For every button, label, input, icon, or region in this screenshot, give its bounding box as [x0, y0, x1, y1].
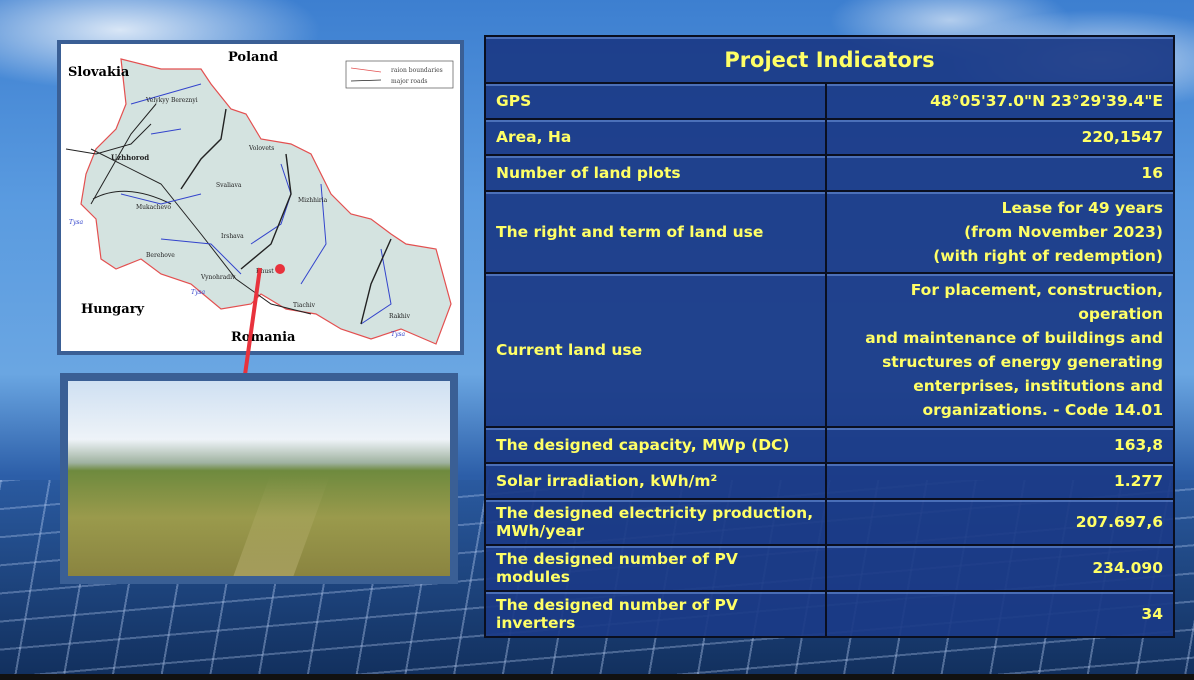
indicator-value-line: Lease for 49 years	[1001, 199, 1163, 217]
table-row: The designed number of PV modules 234.090	[484, 544, 1175, 592]
city-label: Mizhhiria	[298, 197, 328, 204]
city-label: Rakhiv	[389, 313, 411, 320]
region-map: raion boundaries major roads Slovakia Po…	[57, 40, 464, 355]
country-label: Poland	[228, 50, 278, 65]
table-row: Area, Ha 220,1547	[484, 118, 1175, 156]
country-label: Hungary	[81, 302, 145, 317]
indicator-value: Lease for 49 years (from November 2023) (w…	[825, 190, 1175, 274]
city-label: Irshava	[221, 233, 244, 240]
indicator-label: The designed electricity production, MWh…	[484, 498, 827, 546]
indicator-label: Number of land plots	[484, 154, 827, 192]
indicator-value-line: enterprises, institutions and	[913, 377, 1163, 395]
table-title: Project Indicators	[484, 35, 1175, 84]
table-row: GPS 48°05'37.0"N 23°29'39.4"E	[484, 82, 1175, 120]
city-label: Uzhhorod	[111, 153, 149, 162]
indicator-value: 34	[825, 590, 1175, 638]
river-label: Tysa	[69, 219, 83, 226]
site-location-pin	[275, 264, 285, 274]
table-row: The right and term of land use Lease for …	[484, 190, 1175, 274]
city-label: Tiachiv	[293, 302, 316, 309]
indicator-value: For placement, construction, operation an…	[825, 272, 1175, 428]
table-row: The designed electricity production, MWh…	[484, 498, 1175, 546]
indicator-label: Solar irradiation, kWh/m²	[484, 462, 827, 500]
indicator-value-line: and maintenance of buildings and	[865, 329, 1163, 347]
table-row: Number of land plots 16	[484, 154, 1175, 192]
indicator-label: The designed capacity, MWp (DC)	[484, 426, 827, 464]
city-label: Mukachevo	[136, 204, 171, 211]
site-photo	[60, 373, 458, 584]
indicator-value: 207.697,6	[825, 498, 1175, 546]
indicator-value: 16	[825, 154, 1175, 192]
city-label: Velykyy Bereznyi	[145, 97, 198, 104]
city-label: Vynohradiv	[200, 274, 236, 281]
indicator-value: 1.277	[825, 462, 1175, 500]
indicator-label: Area, Ha	[484, 118, 827, 156]
indicator-label: The designed number of PV modules	[484, 544, 827, 592]
indicator-value: 48°05'37.0"N 23°29'39.4"E	[825, 82, 1175, 120]
indicator-value-line: For placement, construction, operation	[910, 281, 1163, 323]
country-label: Slovakia	[68, 65, 130, 80]
river-label: Tysa	[191, 289, 205, 296]
indicator-value: 163,8	[825, 426, 1175, 464]
indicator-value: 234.090	[825, 544, 1175, 592]
indicator-label: GPS	[484, 82, 827, 120]
indicator-value-line: structures of energy generating	[882, 353, 1163, 371]
country-label: Romania	[231, 330, 296, 345]
table-row: Current land use For placement, construct…	[484, 272, 1175, 428]
bottom-bar	[0, 674, 1194, 680]
table-row: The designed number of PV inverters 34	[484, 590, 1175, 638]
city-label: Berehove	[146, 252, 175, 259]
legend-roads: major roads	[391, 78, 428, 85]
project-indicators-table: Project Indicators GPS 48°05'37.0"N 23°29…	[484, 35, 1175, 638]
city-label: Volovets	[248, 145, 274, 152]
table-row: Solar irradiation, kWh/m² 1.277	[484, 462, 1175, 500]
indicator-value-line: (from November 2023)	[964, 223, 1163, 241]
legend-raion: raion boundaries	[391, 67, 443, 74]
river-label: Tysa	[391, 331, 405, 338]
indicator-label: The right and term of land use	[484, 190, 827, 274]
indicator-value-line: (with right of redemption)	[933, 247, 1163, 265]
indicator-value: 220,1547	[825, 118, 1175, 156]
indicator-label: The designed number of PV inverters	[484, 590, 827, 638]
city-label: Svaliava	[216, 182, 242, 189]
indicator-label: Current land use	[484, 272, 827, 428]
table-row: The designed capacity, MWp (DC) 163,8	[484, 426, 1175, 464]
indicator-value-line: organizations. - Code 14.01	[922, 401, 1163, 419]
